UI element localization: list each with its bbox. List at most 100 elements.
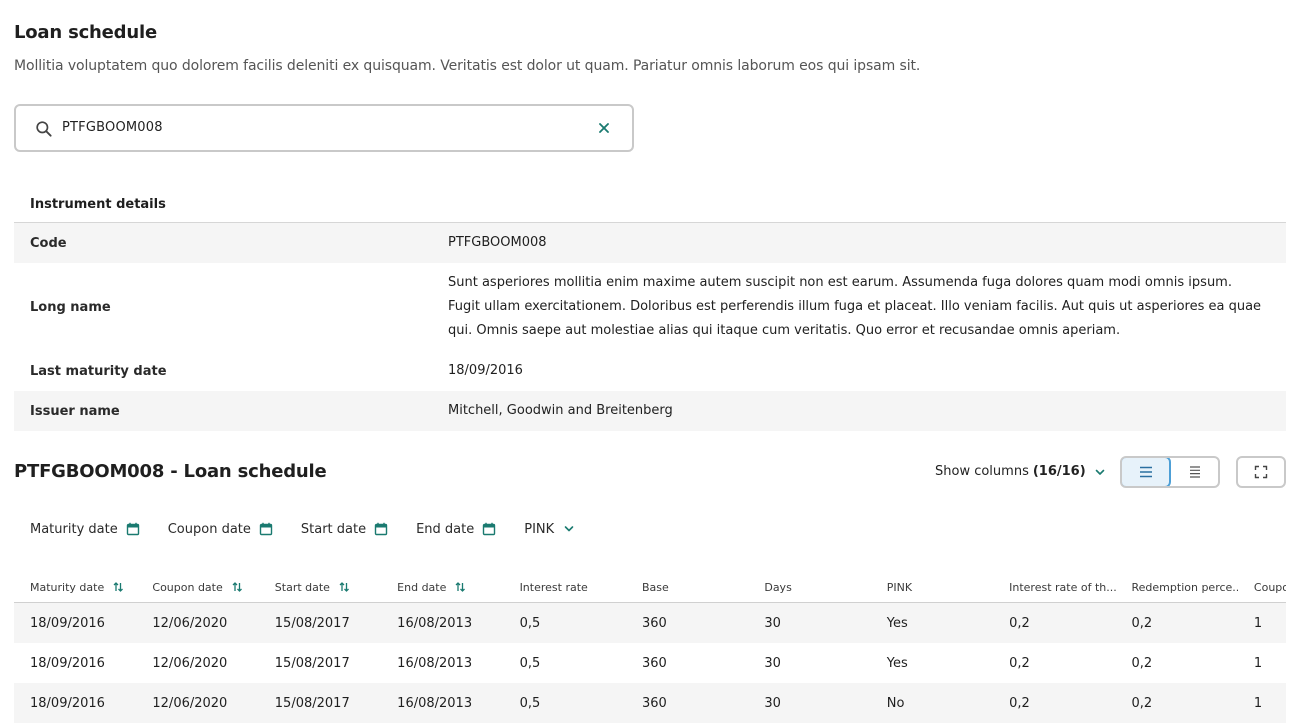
table-cell: 360 xyxy=(641,695,667,711)
detail-label: Code xyxy=(30,235,67,251)
table-cell: 30 xyxy=(764,695,781,711)
calendar-icon xyxy=(259,522,273,536)
table-cell: 0,5 xyxy=(519,655,541,671)
filter-label: Start date xyxy=(300,521,367,537)
column-header-start-date[interactable]: Start date xyxy=(259,581,381,594)
column-header-end-date[interactable]: End date xyxy=(381,581,503,594)
page-title: Loan schedule xyxy=(14,22,157,43)
column-header-interest-rate[interactable]: Interest rate xyxy=(504,581,626,594)
detail-row-long-name: Long name Sunt asperiores mollitia enim … xyxy=(14,263,1286,351)
detail-value: Sunt asperiores mollitia enim maxime aut… xyxy=(448,275,1262,338)
chevron-down-icon xyxy=(564,526,574,532)
table-cell: 1 xyxy=(1253,615,1263,631)
table-cell: Yes xyxy=(886,655,908,671)
table-cell: 18/09/2016 xyxy=(30,615,105,631)
filter-bar: Maturity date Coupon date Start date End… xyxy=(14,516,588,542)
table-header: Maturity date Coupon date Start date End… xyxy=(14,572,1286,603)
table-cell: Yes xyxy=(886,615,908,631)
table-cell: 0,2 xyxy=(1009,695,1030,711)
table-cell: No xyxy=(886,695,905,711)
table-row[interactable]: 18/09/2016 12/06/2020 15/08/2017 16/08/2… xyxy=(14,643,1286,683)
loan-schedule-table: Maturity date Coupon date Start date End… xyxy=(14,572,1286,723)
detail-value: PTFGBOOM008 xyxy=(448,235,547,250)
detail-value: 18/09/2016 xyxy=(448,363,523,378)
instrument-details: Instrument details Code PTFGBOOM008 Long… xyxy=(14,184,1286,431)
search-icon xyxy=(36,121,52,137)
table-cell: 12/06/2020 xyxy=(152,615,228,631)
filter-pink[interactable]: PINK xyxy=(508,522,576,537)
column-header-redemption-percentage[interactable]: Redemption perce... xyxy=(1116,581,1238,594)
list-icon xyxy=(1139,466,1152,478)
calendar-icon xyxy=(374,522,388,536)
fullscreen-icon xyxy=(1254,465,1268,479)
column-header-days[interactable]: Days xyxy=(748,581,870,594)
compact-list-icon xyxy=(1189,466,1200,478)
detail-row-code: Code PTFGBOOM008 xyxy=(14,223,1286,263)
table-cell: 1 xyxy=(1253,655,1263,671)
table-row[interactable]: 18/09/2016 12/06/2020 15/08/2017 16/08/2… xyxy=(14,603,1286,643)
table-row[interactable]: 18/09/2016 12/06/2020 15/08/2017 16/08/2… xyxy=(14,683,1286,723)
search-value[interactable]: PTFGBOOM008 xyxy=(62,120,163,135)
sort-icon[interactable] xyxy=(338,581,350,593)
search-input[interactable]: PTFGBOOM008 xyxy=(14,104,634,152)
table-cell: 18/09/2016 xyxy=(30,655,105,671)
filter-maturity-date[interactable]: Maturity date xyxy=(14,522,140,537)
table-cell: 16/08/2013 xyxy=(397,655,473,671)
comfortable-view-button[interactable] xyxy=(1122,458,1171,486)
fullscreen-button[interactable] xyxy=(1236,456,1286,488)
table-cell: 0,2 xyxy=(1009,655,1030,671)
detail-row-issuer-name: Issuer name Mitchell, Goodwin and Breite… xyxy=(14,391,1286,431)
column-header-base[interactable]: Base xyxy=(626,581,748,594)
filter-label: Maturity date xyxy=(30,521,118,537)
column-header-pink[interactable]: PINK xyxy=(871,581,993,594)
table-cell: 16/08/2013 xyxy=(397,695,473,711)
view-density-toggle xyxy=(1120,456,1220,488)
filter-end-date[interactable]: End date xyxy=(400,522,496,537)
page-description: Mollitia voluptatem quo dolorem facilis … xyxy=(14,58,921,74)
detail-value: Mitchell, Goodwin and Breitenberg xyxy=(448,403,673,418)
filter-label: Coupon date xyxy=(167,521,251,537)
calendar-icon xyxy=(126,522,139,536)
table-cell: 18/09/2016 xyxy=(30,695,105,711)
table-cell: 30 xyxy=(764,615,781,631)
detail-row-last-maturity-date: Last maturity date 18/09/2016 xyxy=(14,351,1286,391)
detail-label: Issuer name xyxy=(30,403,120,419)
filter-start-date[interactable]: Start date xyxy=(285,522,388,537)
show-columns-button[interactable]: Show columns (16/16) xyxy=(935,464,1106,479)
column-header-coupon[interactable]: Coupo xyxy=(1238,581,1286,594)
table-cell: 0,2 xyxy=(1131,655,1153,671)
instrument-details-title: Instrument details xyxy=(14,184,1286,223)
detail-label: Long name xyxy=(30,299,111,315)
sort-icon[interactable] xyxy=(112,581,124,593)
column-header-maturity-date[interactable]: Maturity date xyxy=(14,581,136,594)
detail-label: Last maturity date xyxy=(30,363,167,379)
table-cell: 0,2 xyxy=(1131,695,1153,711)
compact-view-button[interactable] xyxy=(1171,458,1218,486)
column-header-interest-rate-of-the[interactable]: Interest rate of th... xyxy=(993,581,1115,594)
table-cell: 0,5 xyxy=(519,695,541,711)
table-cell: 360 xyxy=(641,615,667,631)
table-cell: 0,5 xyxy=(519,615,541,631)
table-cell: 1 xyxy=(1253,695,1263,711)
show-columns-count: (16/16) xyxy=(1032,464,1086,479)
table-cell: 30 xyxy=(764,655,781,671)
sort-icon[interactable] xyxy=(231,581,243,593)
table-cell: 15/08/2017 xyxy=(274,695,350,711)
table-cell: 15/08/2017 xyxy=(274,655,350,671)
table-cell: 0,2 xyxy=(1131,615,1153,631)
table-cell: 12/06/2020 xyxy=(152,695,228,711)
filter-coupon-date[interactable]: Coupon date xyxy=(152,522,273,537)
filter-label: End date xyxy=(416,521,475,537)
calendar-icon xyxy=(483,522,496,536)
filter-label: PINK xyxy=(524,521,555,537)
table-cell: 0,2 xyxy=(1009,615,1030,631)
table-cell: 12/06/2020 xyxy=(152,655,228,671)
table-cell: 360 xyxy=(641,655,667,671)
show-columns-label: Show columns xyxy=(935,464,1029,479)
close-icon[interactable] xyxy=(596,120,612,136)
sort-icon[interactable] xyxy=(454,581,466,593)
chevron-down-icon xyxy=(1095,469,1104,475)
column-header-coupon-date[interactable]: Coupon date xyxy=(136,581,258,594)
table-cell: 16/08/2013 xyxy=(397,615,473,631)
table-cell: 15/08/2017 xyxy=(274,615,350,631)
